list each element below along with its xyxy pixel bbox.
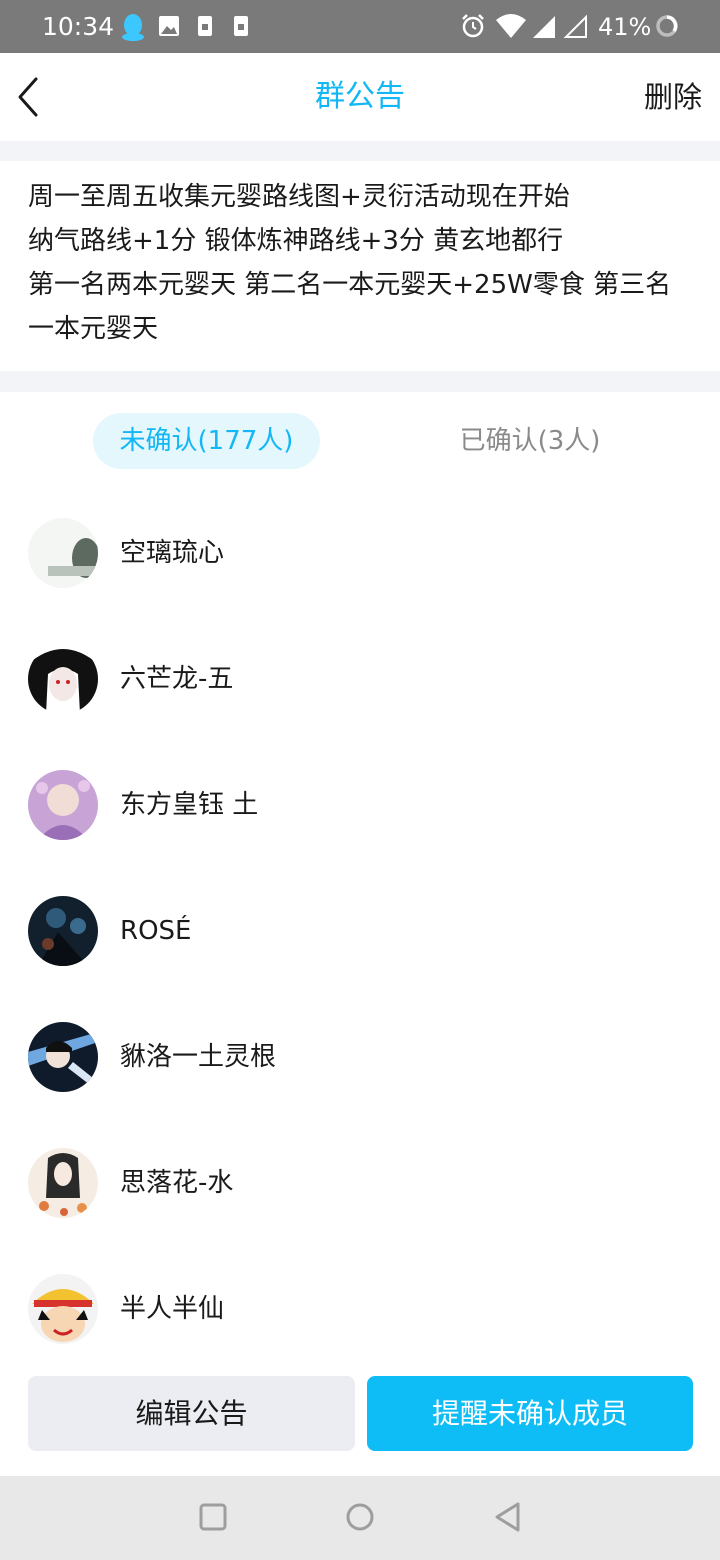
member-list: 空璃琉心 六芒龙-五 东方皇钰 土 ROSÉ 貅洛一土灵根 思落花-水 半人半仙 — [0, 490, 720, 1372]
member-name: 半人半仙 — [120, 1294, 225, 1324]
remind-unconfirmed-button[interactable]: 提醒未确认成员 — [367, 1376, 693, 1451]
sim-icon — [231, 12, 251, 44]
avatar — [28, 896, 98, 966]
status-bar: 10:34 41% — [0, 0, 720, 53]
wifi-icon — [495, 12, 527, 44]
avatar — [28, 1148, 98, 1218]
avatar — [28, 770, 98, 840]
signal-empty-icon — [563, 12, 589, 44]
member-name: 貅洛一土灵根 — [120, 1042, 277, 1072]
header: 群公告 删除 — [0, 53, 720, 141]
announcement-panel: 周一至周五收集元婴路线图+灵衍活动现在开始 纳气路线+1分 锻体炼神路线+3分 … — [0, 161, 720, 371]
member-name: 思落花-水 — [120, 1168, 234, 1198]
signal-icon — [531, 12, 557, 44]
section-divider — [0, 371, 720, 392]
tab-confirmed[interactable]: 已确认(3人) — [430, 413, 630, 469]
member-name: 东方皇钰 土 — [120, 790, 259, 820]
avatar — [28, 1022, 98, 1092]
confirm-tabs: 未确认(177人) 已确认(3人) — [0, 392, 720, 492]
delete-button[interactable]: 删除 — [644, 77, 702, 117]
system-nav-bar — [0, 1476, 720, 1560]
section-divider — [0, 141, 720, 161]
avatar — [28, 518, 98, 588]
image-icon — [157, 12, 181, 44]
avatar — [28, 1274, 98, 1344]
avatar — [28, 644, 98, 714]
status-time: 10:34 — [42, 12, 115, 41]
action-bar: 编辑公告 提醒未确认成员 — [0, 1352, 720, 1476]
list-item[interactable]: 空璃琉心 — [0, 490, 720, 616]
announcement-text: 周一至周五收集元婴路线图+灵衍活动现在开始 纳气路线+1分 锻体炼神路线+3分 … — [28, 182, 672, 344]
page-title: 群公告 — [315, 79, 405, 114]
list-item[interactable]: 六芒龙-五 — [0, 616, 720, 742]
sim-icon — [195, 12, 215, 44]
member-name: 六芒龙-五 — [120, 664, 234, 694]
back-triangle-icon[interactable] — [492, 1498, 522, 1542]
list-item[interactable]: 貅洛一土灵根 — [0, 994, 720, 1120]
edit-announcement-button[interactable]: 编辑公告 — [28, 1376, 355, 1451]
list-item[interactable]: 东方皇钰 土 — [0, 742, 720, 868]
member-name: ROSÉ — [120, 916, 192, 946]
list-item[interactable]: 思落花-水 — [0, 1120, 720, 1246]
alarm-icon — [460, 12, 486, 44]
member-name: 空璃琉心 — [120, 538, 225, 568]
battery-ring-icon — [654, 12, 680, 44]
tab-unconfirmed[interactable]: 未确认(177人) — [93, 413, 320, 469]
battery-percent: 41% — [598, 13, 652, 41]
recents-square-icon[interactable] — [198, 1498, 228, 1542]
qq-icon — [120, 12, 146, 46]
list-item[interactable]: ROSÉ — [0, 868, 720, 994]
home-circle-icon[interactable] — [345, 1498, 375, 1542]
